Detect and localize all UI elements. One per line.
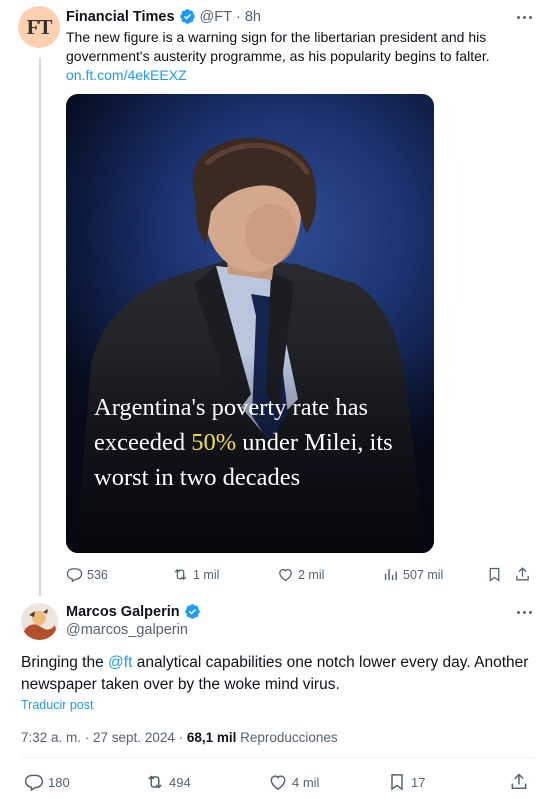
- parent-repost-button[interactable]: 1 mil: [172, 566, 219, 583]
- main-text-before: Bringing the: [21, 654, 109, 671]
- main-repost-button[interactable]: 494: [145, 772, 191, 792]
- parent-time[interactable]: 8h: [245, 9, 261, 25]
- translate-post-link[interactable]: Traducir post: [21, 698, 93, 712]
- ft-avatar-logo: FT: [26, 14, 53, 39]
- views-icon: [384, 568, 397, 581]
- main-like-count: 4 mil: [292, 774, 320, 790]
- author-handle[interactable]: @marcos_galperin: [66, 622, 188, 638]
- repost-icon: [148, 775, 162, 789]
- share-icon: [511, 773, 527, 789]
- views-count: 68,1 mil: [186, 730, 237, 745]
- parent-tweet-media[interactable]: Argentina's poverty rate has exceeded 50…: [66, 94, 434, 553]
- parent-like-button[interactable]: 2 mil: [277, 566, 324, 583]
- parent-tweet-body: The new figure is a warning sign for the…: [66, 29, 490, 64]
- parent-views-button[interactable]: 507 mil: [382, 566, 443, 583]
- verified-badge-icon[interactable]: [179, 8, 196, 25]
- author-avatar[interactable]: [21, 603, 58, 640]
- parent-reply-button[interactable]: 536: [66, 566, 108, 583]
- parent-tweet-text: The new figure is a warning sign for the…: [66, 28, 526, 85]
- main-share-button[interactable]: [509, 772, 529, 792]
- views-label: Reproducciones: [236, 730, 338, 745]
- author-name-row: Marcos Galperin: [66, 603, 201, 620]
- like-icon: [279, 568, 292, 582]
- avatar-image: [21, 603, 58, 640]
- ft-avatar[interactable]: FT: [18, 6, 60, 48]
- parent-reply-count: 536: [87, 567, 108, 582]
- parent-tweet-link[interactable]: on.ft.com/4ekEEXZ: [66, 67, 187, 83]
- tweet-timestamp[interactable]: 7:32 a. m. · 27 sept. 2024 ·: [21, 730, 187, 745]
- repost-icon: [174, 568, 187, 581]
- tweet-metadata: 7:32 a. m. · 27 sept. 2024 · 68,1 mil Re…: [21, 730, 338, 745]
- parent-repost-count: 1 mil: [193, 567, 220, 582]
- main-reply-button[interactable]: 180: [24, 772, 70, 792]
- bookmark-icon: [489, 567, 500, 582]
- author-name[interactable]: Marcos Galperin: [66, 604, 180, 620]
- main-repost-count: 494: [169, 774, 191, 790]
- parent-handle[interactable]: @FT: [200, 9, 232, 25]
- verified-badge-icon[interactable]: [184, 603, 201, 620]
- main-tweet-text: Bringing the @ft analytical capabilities…: [21, 652, 541, 696]
- main-more-icon[interactable]: [513, 606, 535, 618]
- main-reply-count: 180: [48, 774, 70, 790]
- headline-highlight: 50%: [191, 429, 237, 456]
- parent-like-count: 2 mil: [298, 567, 325, 582]
- main-like-button[interactable]: 4 mil: [268, 772, 319, 792]
- parent-bookmark-button[interactable]: [486, 566, 503, 583]
- parent-separator: ·: [235, 8, 241, 25]
- mention-link[interactable]: @ft: [108, 654, 132, 671]
- bookmark-icon: [391, 774, 403, 791]
- like-icon: [270, 775, 286, 790]
- reply-icon: [24, 774, 44, 792]
- divider: [21, 757, 535, 758]
- reply-icon: [66, 568, 83, 583]
- parent-more-icon[interactable]: [513, 11, 535, 23]
- parent-tweet-header: Financial Times @FT · 8h: [66, 8, 261, 25]
- parent-views-count: 507 mil: [403, 567, 444, 582]
- main-bookmark-count: 17: [411, 774, 426, 790]
- main-bookmark-button[interactable]: 17: [387, 772, 425, 792]
- parent-share-button[interactable]: [514, 566, 531, 583]
- media-headline: Argentina's poverty rate has exceeded 50…: [94, 390, 424, 495]
- parent-author-name[interactable]: Financial Times: [66, 9, 175, 25]
- thread-line: [39, 58, 41, 596]
- share-icon: [516, 567, 529, 581]
